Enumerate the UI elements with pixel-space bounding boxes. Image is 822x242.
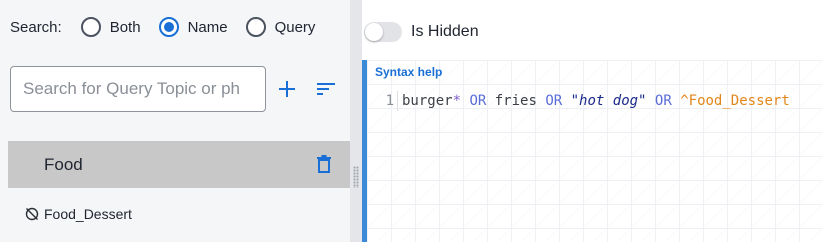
radio-both-label[interactable]: Both: [110, 19, 141, 36]
search-input[interactable]: [10, 66, 266, 112]
list-item-label: Food: [44, 154, 83, 174]
search-mode-group: Search: Both Name Query: [10, 15, 333, 39]
radio-name[interactable]: Name: [158, 17, 228, 37]
code-token: burger: [402, 93, 453, 109]
list-item[interactable]: Food_Dessert: [25, 205, 132, 223]
add-topic-button[interactable]: [276, 78, 298, 100]
panel-resize-handle[interactable]: [350, 0, 362, 242]
plus-icon: [279, 81, 295, 97]
query-editor[interactable]: Syntax help 1 burger * OR fries OR "hot d…: [362, 60, 822, 242]
code-token: "hot dog": [570, 93, 647, 109]
syntax-help-link[interactable]: Syntax help: [375, 65, 442, 79]
is-hidden-label: Is Hidden: [411, 23, 479, 40]
query-topics-panel: Search: Both Name Query Food: [0, 0, 350, 242]
line-number: 1: [385, 93, 394, 109]
radio-name-label[interactable]: Name: [188, 19, 228, 36]
sort-button[interactable]: [316, 80, 336, 98]
radio-query-indicator[interactable]: [245, 17, 266, 37]
list-item-label: Food_Dessert: [44, 206, 132, 222]
code-line[interactable]: 1 burger * OR fries OR "hot dog" OR ^Food…: [367, 91, 790, 111]
radio-both[interactable]: Both: [80, 17, 141, 37]
code-token: *: [452, 93, 462, 109]
code-token: ^Food_Dessert: [680, 93, 790, 109]
topic-detail-panel: Is Hidden Syntax help 1 burger * OR fries…: [362, 0, 822, 242]
is-hidden-toggle-row: Is Hidden: [362, 20, 479, 44]
radio-both-indicator[interactable]: [80, 17, 101, 37]
delete-topic-button[interactable]: [317, 155, 331, 173]
code-token: OR: [654, 93, 672, 109]
code-token: fries: [486, 93, 546, 109]
toggle-knob[interactable]: [365, 23, 383, 41]
hidden-icon: [25, 207, 39, 221]
code-token: OR: [545, 93, 563, 109]
search-mode-label: Search:: [10, 18, 62, 36]
is-hidden-toggle[interactable]: [364, 22, 402, 42]
list-item[interactable]: Food: [8, 141, 350, 188]
radio-name-indicator[interactable]: [158, 17, 179, 37]
gutter-divider: [397, 91, 398, 111]
code-token: OR: [469, 93, 487, 109]
radio-query[interactable]: Query: [245, 17, 316, 37]
sort-icon: [317, 83, 335, 95]
trash-icon: [317, 155, 331, 173]
radio-query-label[interactable]: Query: [275, 19, 316, 36]
drag-grip-icon[interactable]: [353, 166, 359, 188]
